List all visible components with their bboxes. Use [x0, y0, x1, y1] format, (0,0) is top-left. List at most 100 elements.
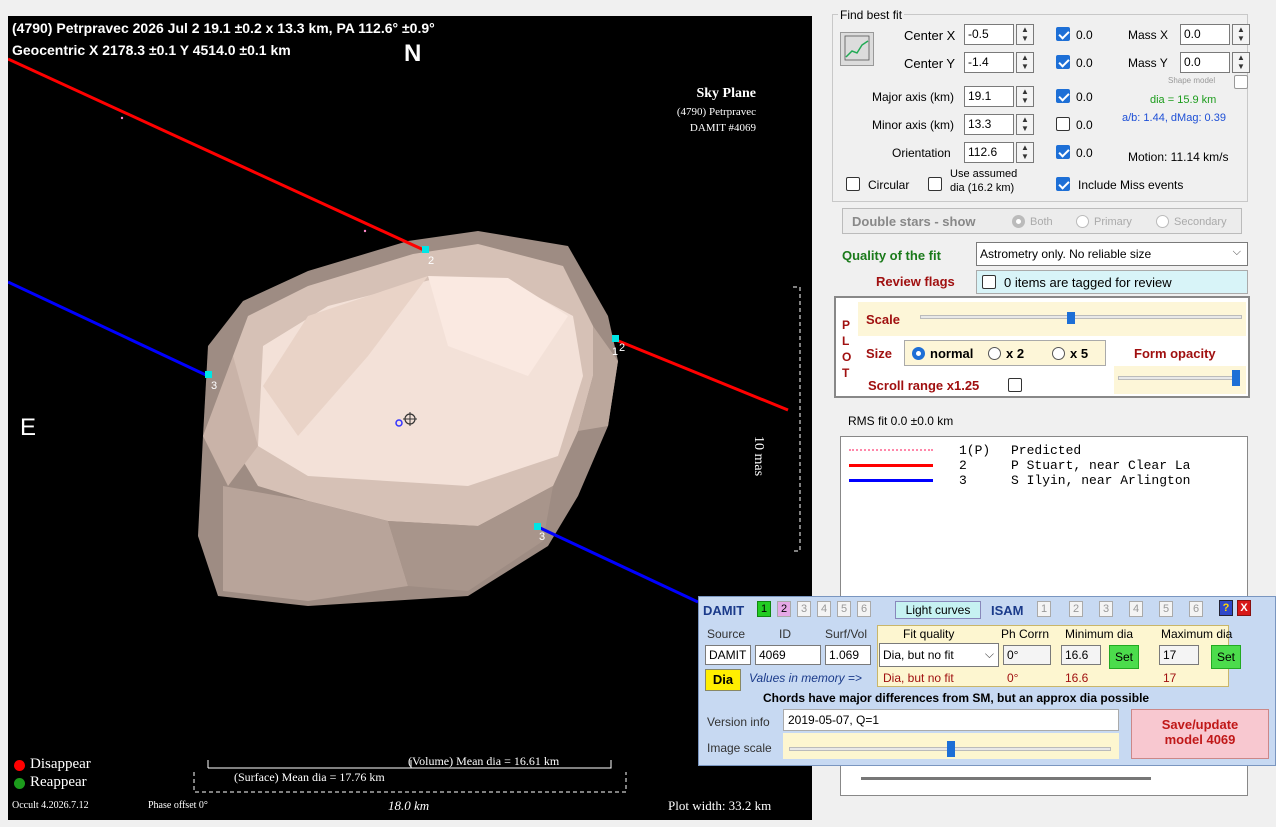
set-min-button[interactable]: Set: [1109, 645, 1139, 669]
damit-tab-2[interactable]: 2: [777, 601, 791, 617]
review-flags-checkbox[interactable]: [982, 275, 996, 289]
shape-model-checkbox[interactable]: [1234, 75, 1248, 89]
find-best-fit-title: Find best fit: [838, 8, 905, 22]
size-normal-label: normal: [930, 346, 974, 361]
center-y-spinner[interactable]: ▲ ▼: [1016, 52, 1034, 73]
center-x-spinner[interactable]: ▲ ▼: [1016, 24, 1034, 45]
shape-model-label: Shape model: [1168, 76, 1216, 85]
plot-letter: O: [842, 350, 852, 364]
sky-plane-title: Sky Plane: [696, 86, 756, 101]
scale-slider[interactable]: [918, 312, 1244, 330]
size-x2-radio[interactable]: [988, 347, 1001, 360]
minor-axis-checkbox[interactable]: [1056, 117, 1070, 131]
chord-label: 1: [612, 346, 619, 358]
center-y-label: Center Y: [904, 56, 956, 71]
orientation-input[interactable]: 112.6: [964, 142, 1014, 163]
major-axis-checkbox[interactable]: [1056, 89, 1070, 103]
chord-3-right: [537, 525, 699, 604]
mass-x-input[interactable]: 0.0: [1180, 24, 1230, 45]
orientation-err: 0.0: [1076, 146, 1093, 160]
isam-tab-1[interactable]: 1: [1037, 601, 1051, 617]
quality-value: Astrometry only. No reliable size: [980, 247, 1152, 261]
list-scrollbar[interactable]: [861, 777, 1151, 780]
help-button[interactable]: ?: [1219, 600, 1233, 616]
scale-slider-thumb[interactable]: [1067, 312, 1076, 324]
mass-x-spinner[interactable]: ▲ ▼: [1232, 24, 1250, 45]
minor-axis-spinner[interactable]: ▲ ▼: [1016, 114, 1034, 135]
ph-corrn-field[interactable]: 0°: [1003, 645, 1051, 665]
opacity-slider[interactable]: [1114, 366, 1246, 394]
damit-tab-5[interactable]: 5: [837, 601, 851, 617]
predicted-point: [120, 116, 124, 120]
use-assumed-checkbox[interactable]: [928, 177, 942, 191]
center-y-input[interactable]: -1.4: [964, 52, 1014, 73]
list-item[interactable]: 2 P Stuart, near Clear La: [841, 458, 1247, 473]
light-curves-button[interactable]: Light curves: [895, 601, 981, 619]
major-axis-input[interactable]: 19.1: [964, 86, 1014, 107]
version-info-label: Version info: [707, 715, 770, 729]
center-x-checkbox[interactable]: [1056, 27, 1070, 41]
mass-y-input[interactable]: 0.0: [1180, 52, 1230, 73]
legend-line: [849, 464, 933, 467]
damit-tab-1[interactable]: 1: [757, 601, 771, 617]
min-dia-header: Minimum dia: [1065, 627, 1134, 641]
isam-tab-6[interactable]: 6: [1189, 601, 1203, 617]
size-normal-radio[interactable]: [912, 347, 925, 360]
chord-2-left: [8, 57, 427, 253]
major-axis-label: Major axis (km): [872, 90, 955, 104]
surf-vol-field[interactable]: 1.069: [825, 645, 871, 665]
minor-axis-input[interactable]: 13.3: [964, 114, 1014, 135]
sky-plane-plot[interactable]: (4790) Petrpravec 2026 Jul 2 19.1 ±0.2 x…: [8, 16, 812, 820]
reappear-label: Reappear: [30, 774, 87, 790]
quality-select[interactable]: Astrometry only. No reliable size ⌵: [976, 242, 1248, 266]
include-miss-label: Include Miss events: [1078, 178, 1184, 192]
isam-tab-5[interactable]: 5: [1159, 601, 1173, 617]
center-x-label: Center X: [904, 28, 956, 43]
max-dia-field[interactable]: 17: [1159, 645, 1199, 665]
circular-checkbox[interactable]: [846, 177, 860, 191]
mass-y-spinner[interactable]: ▲ ▼: [1232, 52, 1250, 73]
geocentric-line: Geocentric X 2178.3 ±0.1 Y 4514.0 ±0.1 k…: [12, 42, 291, 58]
set-max-button[interactable]: Set: [1211, 645, 1241, 669]
chord-label: 2: [428, 255, 435, 267]
use-assumed-label: Use assumed: [950, 168, 1018, 180]
image-scale-thumb[interactable]: [947, 741, 955, 757]
fit-quality-select[interactable]: Dia, but no fit ⌵: [879, 643, 999, 667]
image-scale-slider[interactable]: [783, 733, 1119, 759]
isam-tab-2[interactable]: 2: [1069, 601, 1083, 617]
size-x5-radio[interactable]: [1052, 347, 1065, 360]
save-update-button[interactable]: Save/update model 4069: [1131, 709, 1269, 759]
damit-tab-3[interactable]: 3: [797, 601, 811, 617]
double-both-radio[interactable]: [1012, 215, 1025, 228]
damit-tab-4[interactable]: 4: [817, 601, 831, 617]
list-item[interactable]: 1(P) Predicted: [841, 443, 1247, 458]
center-x-input[interactable]: -0.5: [964, 24, 1014, 45]
plot-width: Plot width: 33.2 km: [668, 798, 772, 813]
plot-title: (4790) Petrpravec 2026 Jul 2 19.1 ±0.2 x…: [12, 20, 435, 36]
orientation-checkbox[interactable]: [1056, 145, 1070, 159]
damit-tab-6[interactable]: 6: [857, 601, 871, 617]
list-item[interactable]: 3 S Ilyin, near Arlington: [841, 473, 1247, 488]
fit-chart-button[interactable]: [840, 32, 874, 66]
orientation-spinner[interactable]: ▲ ▼: [1016, 142, 1034, 163]
scale-label: Scale: [866, 312, 900, 327]
isam-tab-3[interactable]: 3: [1099, 601, 1113, 617]
minor-axis-err: 0.0: [1076, 118, 1093, 132]
damit-reference: DAMIT #4069: [689, 122, 756, 134]
opacity-slider-thumb[interactable]: [1232, 370, 1241, 386]
double-secondary-radio[interactable]: [1156, 215, 1169, 228]
dia-button[interactable]: Dia: [705, 669, 741, 691]
center-y-checkbox[interactable]: [1056, 55, 1070, 69]
isam-tab-4[interactable]: 4: [1129, 601, 1143, 617]
close-button[interactable]: X: [1237, 600, 1251, 616]
damit-label: DAMIT: [703, 603, 745, 618]
version-info-field[interactable]: 2019-05-07, Q=1: [783, 709, 1119, 731]
major-axis-spinner[interactable]: ▲ ▼: [1016, 86, 1034, 107]
include-miss-checkbox[interactable]: [1056, 177, 1070, 191]
mas-scale-bar: [793, 286, 801, 552]
scroll-range-checkbox[interactable]: [1008, 378, 1022, 392]
id-field[interactable]: 4069: [755, 645, 821, 665]
source-field[interactable]: DAMIT: [705, 645, 751, 665]
min-dia-field[interactable]: 16.6: [1061, 645, 1101, 665]
double-primary-radio[interactable]: [1076, 215, 1089, 228]
